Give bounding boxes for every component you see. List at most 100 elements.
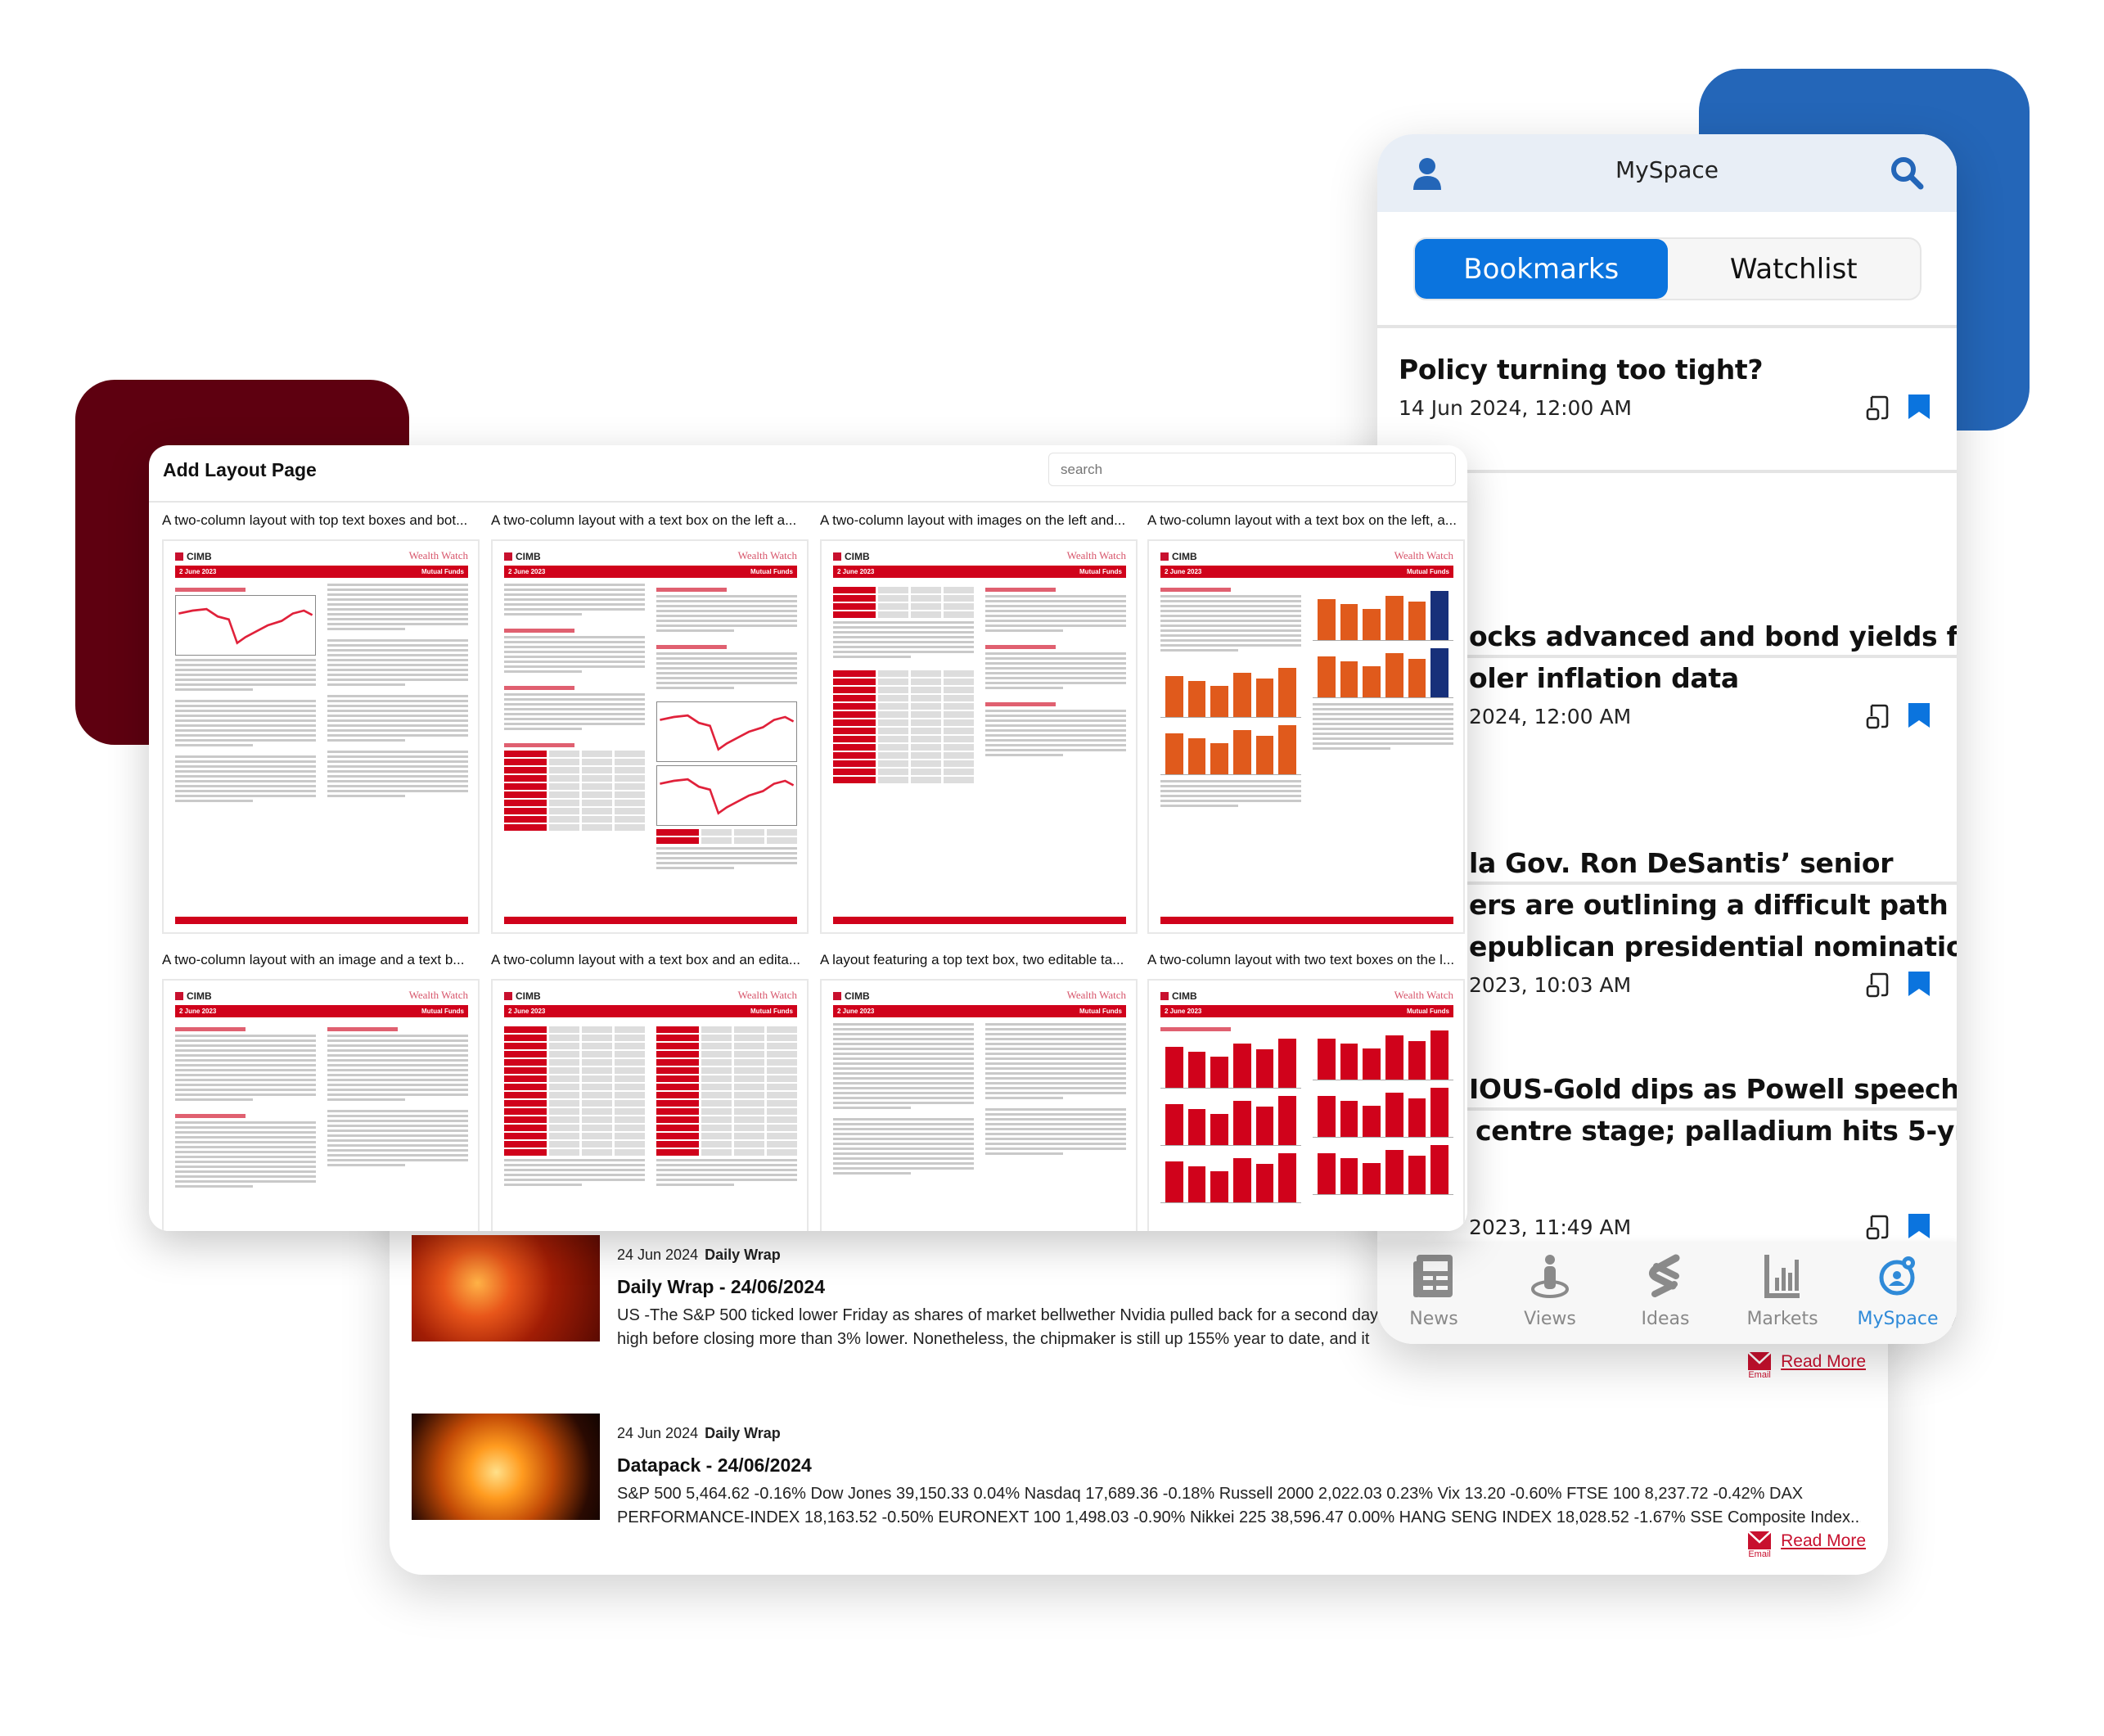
wealth-watch-logo: Wealth Watch (408, 989, 468, 1001)
news-category: Daily Wrap (705, 1425, 781, 1441)
layout-thumbnail[interactable]: CIMB Wealth Watch 2 June 2023 Mutual Fund… (820, 979, 1138, 1231)
news-thumbnail-globe (412, 1414, 600, 1520)
thumb-footer-bar (504, 917, 797, 924)
thumb-text-block (985, 1023, 1126, 1099)
cimb-logo: CIMB (175, 551, 212, 562)
bookmark-icon[interactable] (1906, 393, 1932, 424)
dialog-title: Add Layout Page (163, 459, 317, 480)
tab-watchlist[interactable]: Watchlist (1668, 239, 1921, 299)
layout-thumbnail[interactable]: CIMB Wealth Watch 2 June 2023 Mutual Fund… (491, 979, 809, 1231)
thumb-text-block (985, 652, 1126, 689)
layout-caption: A two-column layout with images on the l… (820, 512, 1126, 528)
thumb-text-block (327, 1110, 468, 1166)
thumb-text-block (656, 652, 797, 689)
layout-thumbnail[interactable]: CIMB Wealth Watch 2 June 2023 Mutual Fund… (162, 539, 480, 934)
layout-thumbnail[interactable]: CIMB Wealth Watch 2 June 2023 Mutual Fund… (1147, 979, 1465, 1231)
share-copy-icon[interactable] (1865, 1214, 1890, 1245)
nav-item-ideas[interactable]: Ideas (1608, 1253, 1723, 1329)
layout-thumbnail[interactable]: CIMB Wealth Watch 2 June 2023 Mutual Fund… (162, 979, 480, 1231)
thumb-heading (1160, 1027, 1231, 1031)
article-title-line[interactable]: oler inflation data (1469, 662, 1739, 694)
wealth-watch-logo: Wealth Watch (1394, 549, 1453, 561)
article-title-line[interactable]: Policy turning too tight? (1399, 354, 1764, 386)
thumb-bar-chart (1313, 1028, 1453, 1080)
bottom-navigation: News Views Ideas Markets MySpace (1377, 1242, 1957, 1344)
cimb-logo: CIMB (833, 551, 870, 562)
cimb-logo: CIMB (833, 990, 870, 1002)
bookmarks-watchlist-toggle: Bookmarks Watchlist (1413, 237, 1922, 300)
news-thumbnail-globe (412, 1235, 600, 1341)
article-title-line[interactable]: IOUS-Gold dips as Powell speech (1469, 1073, 1957, 1105)
article-date: 2024, 12:00 AM (1469, 705, 1632, 728)
bookmark-icon[interactable] (1906, 970, 1932, 1001)
thumb-heading (656, 645, 727, 649)
layout-thumbnail[interactable]: CIMB Wealth Watch 2 June 2023 Mutual Fund… (820, 539, 1138, 934)
layout-caption: A two-column layout with two text boxes … (1147, 952, 1455, 967)
article-title-line[interactable]: ocks advanced and bond yields fell (1469, 620, 1957, 652)
thumb-heading (327, 1027, 398, 1031)
thumb-text-block (656, 1159, 797, 1186)
email-button[interactable]: Email (1748, 1531, 1772, 1559)
thumb-heading (656, 588, 727, 592)
email-label: Email (1748, 1549, 1771, 1559)
thumb-text-block (504, 584, 645, 615)
layout-caption: A two-column layout with an image and a … (162, 952, 465, 967)
thumb-line-chart (656, 765, 797, 826)
layout-thumbnail[interactable]: CIMB Wealth Watch 2 June 2023 Mutual Fund… (1147, 539, 1465, 934)
news-title[interactable]: Daily Wrap - 24/06/2024 (617, 1276, 825, 1298)
news-summary-line: S&P 500 5,464.62 -0.16% Dow Jones 39,150… (617, 1485, 1804, 1503)
read-more-link[interactable]: Read More (1781, 1531, 1866, 1551)
thumb-text-block (175, 755, 316, 802)
nav-item-myspace[interactable]: MySpace (1840, 1253, 1955, 1329)
thumb-footer-bar (175, 917, 468, 924)
thumb-text-block (504, 636, 645, 673)
thumb-text-block (175, 1035, 316, 1101)
thumb-text-block (327, 584, 468, 630)
thumb-bar-chart (1160, 1036, 1301, 1089)
person-pin-icon (1530, 1253, 1570, 1302)
thumb-bar-chart (1313, 1143, 1453, 1195)
article-title-line[interactable]: ers are outlining a difficult path to (1469, 889, 1957, 921)
email-button[interactable]: Email (1748, 1352, 1772, 1380)
thumb-table (504, 1026, 645, 1156)
nav-item-views[interactable]: Views (1493, 1253, 1607, 1329)
thumb-text-block (1160, 595, 1301, 652)
read-more-row: Email Read More (1748, 1352, 1866, 1380)
bookmark-icon[interactable] (1906, 701, 1932, 733)
article-date: 2023, 11:49 AM (1469, 1215, 1632, 1239)
article-title-line[interactable]: la Gov. Ron DeSantis’ senior (1469, 847, 1893, 879)
thumb-text-block (833, 1023, 974, 1109)
divider (149, 501, 1467, 503)
search-icon[interactable] (1890, 156, 1924, 190)
myspace-gear-icon (1877, 1253, 1918, 1302)
nav-item-markets[interactable]: Markets (1725, 1253, 1840, 1329)
thumb-bar-chart (1160, 1093, 1301, 1146)
layout-thumbnail[interactable]: CIMB Wealth Watch 2 June 2023 Mutual Fund… (491, 539, 809, 934)
bookmark-icon[interactable] (1906, 1212, 1932, 1243)
thumb-text-block (656, 595, 797, 632)
read-more-link[interactable]: Read More (1781, 1352, 1866, 1372)
article-title-line[interactable]: epublican presidential nomination... (1469, 931, 1957, 963)
thumb-table (656, 1026, 797, 1156)
share-copy-icon[interactable] (1865, 972, 1890, 1003)
article-title-line[interactable]: centre stage; palladium hits 5-yr (1476, 1115, 1957, 1147)
wealth-watch-logo: Wealth Watch (408, 549, 468, 561)
news-title[interactable]: Datapack - 24/06/2024 (617, 1454, 812, 1477)
nav-item-news[interactable]: News (1377, 1253, 1491, 1329)
email-icon (1748, 1352, 1772, 1370)
thumb-text-block (327, 1035, 468, 1101)
news-summary-line: PERFORMANCE-INDEX 18,163.52 -0.50% EURON… (617, 1508, 1861, 1526)
thumb-bar-chart (1160, 723, 1301, 775)
thumb-heading (504, 629, 574, 633)
thumb-heading (985, 702, 1056, 706)
layout-search-input[interactable] (1048, 453, 1456, 486)
share-copy-icon[interactable] (1865, 395, 1890, 426)
thumb-heading (504, 686, 574, 690)
thumb-header-bar: 2 June 2023 Mutual Funds (833, 566, 1126, 578)
share-copy-icon[interactable] (1865, 703, 1890, 734)
tab-bookmarks[interactable]: Bookmarks (1415, 239, 1668, 299)
thumb-text-block (1160, 780, 1301, 807)
nav-label: MySpace (1857, 1309, 1939, 1329)
add-layout-page-dialog: Add Layout Page A two-column layout with… (149, 445, 1467, 1231)
wealth-watch-logo: Wealth Watch (1394, 989, 1453, 1001)
